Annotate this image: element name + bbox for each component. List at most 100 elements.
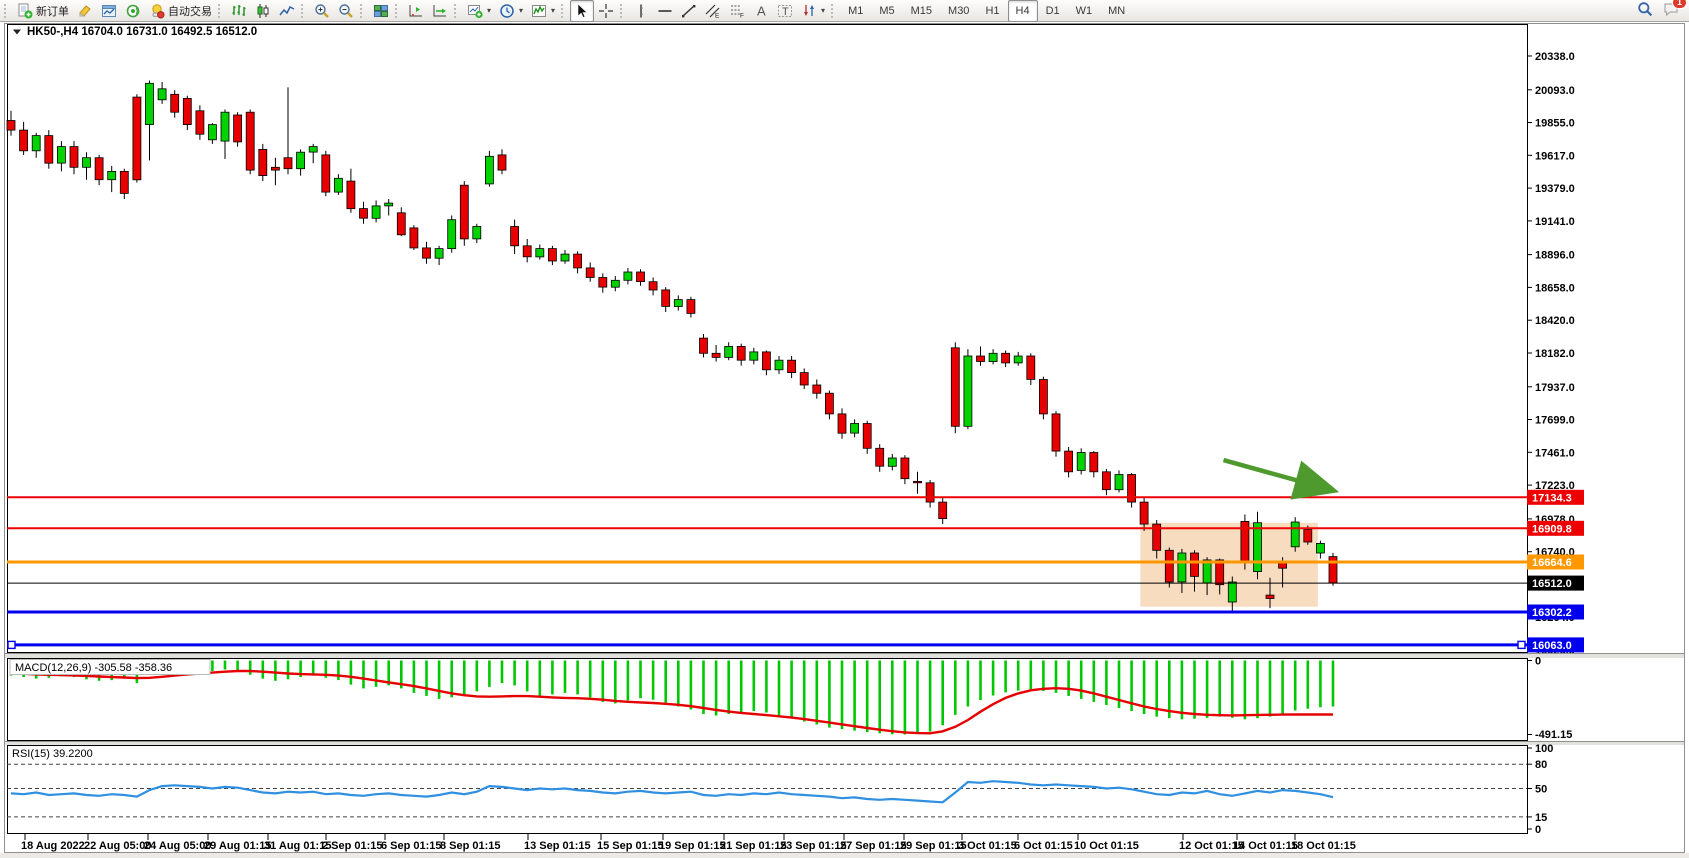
candle[interactable]	[448, 216, 456, 253]
auto-scroll-button[interactable]	[428, 0, 452, 22]
tf-h1-label: H1	[985, 5, 999, 17]
time-axis-label: 19 Sep 01:15	[659, 840, 726, 852]
zoom-in-button[interactable]	[310, 0, 334, 22]
new-chart-button[interactable]: ▾	[463, 0, 495, 22]
chart-shift-icon	[408, 3, 424, 19]
toolbar-grip[interactable]	[454, 4, 459, 18]
indicators-caret[interactable]: ▾	[551, 6, 555, 15]
candlestick-chart-button[interactable]	[251, 0, 275, 22]
line-handle[interactable]	[1518, 641, 1525, 648]
arrows-caret[interactable]: ▾	[821, 6, 825, 15]
svg-text:16302.2: 16302.2	[1532, 607, 1572, 619]
time-axis-label: 15 Sep 01:15	[597, 840, 664, 852]
new-order-button[interactable]: 新订单	[13, 0, 73, 22]
new-chart-caret[interactable]: ▾	[487, 6, 491, 15]
candle[interactable]	[1165, 548, 1173, 588]
tf-m1-button[interactable]: M1	[840, 0, 871, 22]
candle[interactable]	[1052, 411, 1060, 457]
indicators-button[interactable]: ▾	[527, 0, 559, 22]
tf-m30-button[interactable]: M30	[940, 0, 977, 22]
candle[interactable]	[1329, 553, 1337, 586]
candle[interactable]	[259, 144, 267, 181]
candle[interactable]	[951, 342, 959, 433]
candle[interactable]	[1128, 473, 1136, 508]
candle[interactable]	[183, 96, 191, 130]
text-icon: A	[753, 3, 769, 19]
candle[interactable]	[246, 110, 254, 175]
chart-window-button[interactable]	[97, 0, 121, 22]
profiles-caret[interactable]: ▾	[519, 6, 523, 15]
chart-window[interactable]: 20338.020093.019855.019617.019379.019141…	[0, 0, 1689, 858]
candle[interactable]	[1039, 377, 1047, 420]
candle[interactable]	[133, 94, 141, 182]
price-axis-label: 18896.0	[1535, 250, 1575, 262]
candlestick-chart-icon	[255, 3, 271, 19]
autotrading-button[interactable]: 自动交易	[145, 0, 216, 22]
toolbar-grip[interactable]	[360, 4, 365, 18]
price-axis-label: 18182.0	[1535, 348, 1575, 360]
tf-mn-button[interactable]: MN	[1100, 0, 1133, 22]
vertical-line-icon	[633, 3, 649, 19]
tf-h1-button[interactable]: H1	[977, 0, 1007, 22]
trendline-button[interactable]	[677, 0, 701, 22]
toolbar-grip[interactable]	[620, 4, 625, 18]
candle[interactable]	[460, 181, 468, 246]
tf-mn-label: MN	[1108, 5, 1125, 17]
vertical-line-button[interactable]	[629, 0, 653, 22]
tile-windows-button[interactable]	[369, 0, 393, 22]
trendline-icon	[681, 3, 697, 19]
window-bottom-edge	[0, 853, 1689, 858]
tf-d1-label: D1	[1046, 5, 1060, 17]
price-axis-label: 17461.0	[1535, 447, 1575, 459]
text-label-button[interactable]: T	[773, 0, 797, 22]
candle[interactable]	[485, 151, 493, 187]
candle[interactable]	[964, 349, 972, 429]
svg-text:E: E	[715, 12, 720, 19]
svg-text:16664.6: 16664.6	[1532, 557, 1572, 569]
profiles-icon	[499, 3, 515, 19]
toolbar-grip[interactable]	[395, 4, 400, 18]
svg-text:F: F	[740, 12, 744, 19]
toolbar-grip[interactable]	[831, 4, 836, 18]
bar-chart-button[interactable]	[227, 0, 251, 22]
svg-text:17134.3: 17134.3	[1532, 492, 1572, 504]
cursor-button[interactable]	[570, 0, 594, 22]
tf-d1-button[interactable]: D1	[1038, 0, 1068, 22]
time-axis-label: 27 Sep 01:15	[840, 840, 907, 852]
candle[interactable]	[410, 225, 418, 250]
candle[interactable]	[1077, 448, 1085, 474]
tf-m15-button[interactable]: M15	[903, 0, 940, 22]
line-handle[interactable]	[8, 641, 15, 648]
search-button[interactable]	[1637, 1, 1653, 20]
fibonacci-button[interactable]: F	[725, 0, 749, 22]
candle[interactable]	[45, 130, 53, 169]
profiles-button[interactable]: ▾	[495, 0, 527, 22]
tf-h4-button[interactable]: H4	[1008, 0, 1038, 22]
tf-w1-button[interactable]: W1	[1068, 0, 1101, 22]
toolbar-grip[interactable]	[218, 4, 223, 18]
signal-button[interactable]	[121, 0, 145, 22]
macd-label: MACD(12,26,9) -305.58 -358.36	[15, 662, 172, 674]
horizontal-line-button[interactable]	[653, 0, 677, 22]
chat-button[interactable]: 1	[1663, 1, 1679, 20]
zoom-out-button[interactable]	[334, 0, 358, 22]
line-chart-button[interactable]	[275, 0, 299, 22]
eraser-button[interactable]	[73, 0, 97, 22]
tf-m5-button[interactable]: M5	[871, 0, 902, 22]
equidistant-channel-button[interactable]: E	[701, 0, 725, 22]
toolbar-grip[interactable]	[301, 4, 306, 18]
toolbar-grip[interactable]	[561, 4, 566, 18]
chart-shift-button[interactable]	[404, 0, 428, 22]
toolbar-grip[interactable]	[4, 4, 9, 18]
candle[interactable]	[234, 112, 242, 146]
line-chart-icon	[279, 3, 295, 19]
mt4-terminal: { "toolbar": { "groups": [ {"buttons": […	[0, 0, 1689, 858]
svg-text:-491.15: -491.15	[1535, 729, 1572, 741]
arrows-button[interactable]: ▾	[797, 0, 829, 22]
candle[interactable]	[1291, 517, 1299, 552]
svg-text:T: T	[782, 6, 789, 18]
candle[interactable]	[322, 151, 330, 196]
crosshair-button[interactable]	[594, 0, 618, 22]
text-button[interactable]: A	[749, 0, 773, 22]
svg-text:100: 100	[1535, 743, 1553, 755]
